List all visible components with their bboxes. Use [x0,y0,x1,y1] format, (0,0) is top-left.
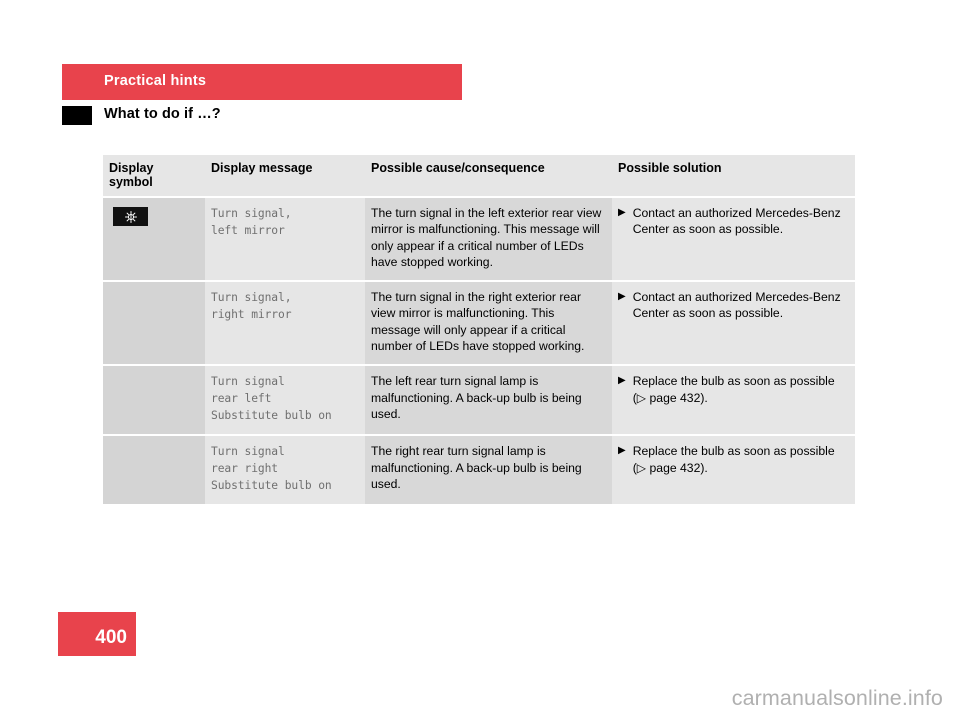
cell-possible-cause: The right rear turn signal lamp is malfu… [365,434,612,505]
cell-possible-solution: ▶ Contact an authorized Mercedes-Benz Ce… [612,195,855,282]
chapter-title: Practical hints [104,73,207,89]
page-number-block: 400 [58,612,136,656]
possible-cause-text: The turn signal in the right exterior re… [371,290,585,354]
display-message-text: Turn signal rear right Substitute bulb o… [211,445,332,493]
column-header-display-symbol: Display symbol [103,155,205,197]
cell-display-message: Turn signal, left mirror [205,195,365,282]
cell-display-symbol [103,364,205,436]
cell-possible-solution: ▶ Replace the bulb as soon as possible (… [612,434,855,505]
table-row: Turn signal, right mirror The turn signa… [103,280,855,366]
cell-possible-cause: The turn signal in the right exterior re… [365,280,612,366]
possible-solution-text: Replace the bulb as soon as possible (▷ … [632,374,835,405]
page-number: 400 [95,627,127,648]
display-messages-table: Display symbol Display message Possible … [103,155,855,505]
section-title: What to do if …? [104,106,221,122]
cell-possible-cause: The turn signal in the left exterior rea… [365,195,612,282]
section-header: What to do if …? [62,104,462,128]
cell-display-message: Turn signal, right mirror [205,280,365,366]
possible-solution-text: Contact an authorized Mercedes-Benz Cent… [632,206,841,237]
table-row: Turn signal, left mirror The turn signal… [103,195,855,282]
table-row: Turn signal rear left Substitute bulb on… [103,364,855,436]
cell-display-symbol [103,434,205,505]
solution-bullet-icon: ▶ [618,207,626,218]
possible-cause-text: The left rear turn signal lamp is malfun… [371,374,582,421]
solution-bullet-icon: ▶ [618,445,626,457]
cell-possible-solution: ▶ Contact an authorized Mercedes-Benz Ce… [612,280,855,366]
site-watermark: carmanualsonline.info [731,686,943,710]
cell-display-symbol [103,195,205,282]
possible-solution-text: Replace the bulb as soon as possible (▷ … [632,444,835,475]
column-header-display-message: Display message [205,155,365,197]
solution-bullet-icon: ▶ [618,375,626,387]
bulb-failure-icon [113,207,148,226]
cell-display-message: Turn signal rear right Substitute bulb o… [205,434,365,505]
possible-cause-text: The turn signal in the left exterior rea… [371,206,602,269]
possible-cause-text: The right rear turn signal lamp is malfu… [371,444,582,491]
possible-solution-text: Contact an authorized Mercedes-Benz Cent… [632,290,841,321]
chapter-header-band: Practical hints [62,64,462,100]
cell-display-message: Turn signal rear left Substitute bulb on [205,364,365,436]
display-message-text: Turn signal, left mirror [211,207,292,237]
table-row: Turn signal rear right Substitute bulb o… [103,434,855,505]
cell-possible-cause: The left rear turn signal lamp is malfun… [365,364,612,436]
display-message-text: Turn signal rear left Substitute bulb on [211,375,332,423]
table-header-row: Display symbol Display message Possible … [103,155,855,197]
cell-display-symbol [103,280,205,366]
column-header-possible-cause: Possible cause/consequence [365,155,612,197]
section-marker-block [62,106,92,125]
cell-possible-solution: ▶ Replace the bulb as soon as possible (… [612,364,855,436]
column-header-possible-solution: Possible solution [612,155,855,197]
solution-bullet-icon: ▶ [618,291,626,303]
display-message-text: Turn signal, right mirror [211,291,292,322]
